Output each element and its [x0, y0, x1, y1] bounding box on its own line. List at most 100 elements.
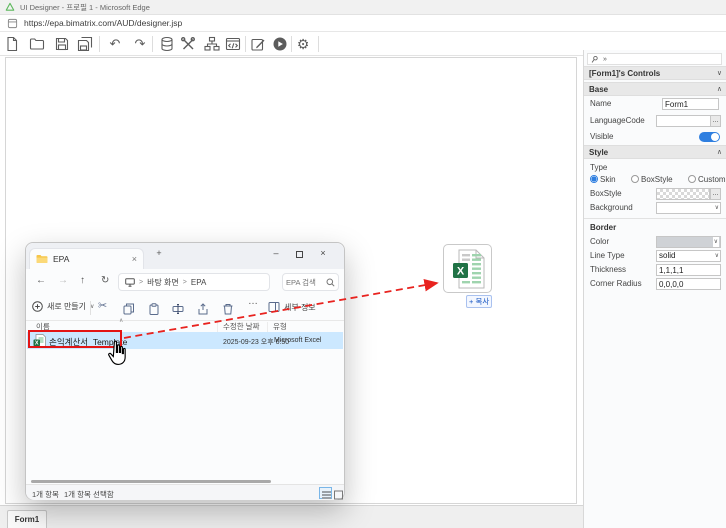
open-folder-icon[interactable] [29, 36, 45, 52]
tab-form1[interactable]: Form1 [7, 510, 47, 528]
url-text: https://epa.bimatrix.com/AUD/designer.js… [24, 18, 182, 28]
name-field[interactable] [662, 98, 719, 110]
rename-icon[interactable] [172, 302, 184, 320]
close-icon[interactable]: × [316, 248, 330, 258]
radio-custom[interactable]: Custom [688, 175, 726, 184]
tools-icon[interactable] [180, 36, 196, 52]
url-bar[interactable]: https://epa.bimatrix.com/AUD/designer.js… [0, 15, 726, 32]
languagecode-row: LanguageCode ... [584, 114, 726, 128]
save-all-icon[interactable] [77, 36, 93, 52]
maximize-icon[interactable] [292, 251, 306, 258]
more-icon[interactable]: … [248, 296, 258, 307]
explorer-status-bar: 1개 항목 1개 항목 선택함 [26, 484, 344, 500]
search-input[interactable] [286, 278, 326, 287]
section-border: Border [584, 218, 726, 232]
edit-icon[interactable] [250, 36, 266, 52]
sort-asc-icon: ∧ [119, 317, 123, 324]
browser-titlebar: UI Designer - 프로필 1 - Microsoft Edge [0, 0, 726, 15]
forward-icon[interactable]: → [58, 275, 68, 286]
share-icon[interactable] [197, 302, 209, 320]
new-file-icon[interactable] [4, 36, 20, 52]
file-explorer-window[interactable]: EPA × + – × ← → ↑ ↻ > 바탕 화면 > EPA [25, 242, 345, 500]
chevron-up-icon[interactable]: ∧ [717, 83, 722, 96]
languagecode-browse-button[interactable]: ... [710, 115, 721, 127]
explorer-address-bar: ← → ↑ ↻ > 바탕 화면 > EPA [26, 269, 344, 295]
paste-icon[interactable] [148, 302, 160, 320]
delete-icon[interactable] [222, 302, 234, 320]
explorer-tab-epa[interactable]: EPA × [29, 248, 144, 269]
new-item-button[interactable]: 새로 만들기 ∨ [32, 301, 94, 312]
toolbar-separator [152, 36, 153, 52]
large-icons-view-icon[interactable] [333, 487, 346, 499]
toolbar-separator [291, 36, 292, 52]
thickness-row: Thickness [584, 263, 726, 277]
desktop-icon [125, 278, 135, 287]
column-type[interactable]: 유형 [273, 321, 287, 332]
window-title: UI Designer - 프로필 1 - Microsoft Edge [20, 2, 150, 13]
cut-icon[interactable]: ✂ [98, 299, 107, 312]
svg-text:X: X [456, 265, 464, 277]
minimize-icon[interactable]: – [269, 248, 283, 258]
undo-icon[interactable]: ↶ [107, 36, 123, 52]
settings-icon[interactable]: ⚙ [295, 36, 311, 52]
background-dropdown[interactable]: ∨ [656, 202, 721, 214]
corner-radius-field[interactable] [656, 278, 721, 290]
languagecode-field[interactable] [656, 115, 711, 127]
chevron-down-icon[interactable]: ∨ [717, 67, 722, 80]
form-tab-bar: Form1 [0, 505, 583, 528]
boxstyle-swatch[interactable] [656, 188, 710, 200]
column-divider[interactable] [217, 322, 218, 332]
details-pane-button[interactable]: 세부 정보 [268, 301, 316, 313]
selection-count: 1개 항목 선택함 [64, 489, 114, 500]
thickness-field[interactable] [656, 264, 721, 276]
visible-row: Visible [584, 130, 726, 144]
file-type: Microsoft Excel [274, 337, 321, 344]
column-date[interactable]: 수정한 날짜 [223, 321, 260, 332]
type-radio-row: Skin BoxStyle Custom [584, 173, 726, 187]
chevron-down-icon: ∨ [715, 251, 719, 261]
command-separator [90, 301, 91, 315]
sitemap-icon[interactable] [204, 36, 220, 52]
breadcrumb-desktop[interactable]: 바탕 화면 [147, 277, 179, 288]
copy-drop-badge: + 복사 [466, 295, 492, 308]
line-type-row: Line Type solid∨ [584, 249, 726, 263]
controls-header[interactable]: [Form1]'s Controls ∨ [584, 66, 726, 80]
breadcrumb[interactable]: > 바탕 화면 > EPA [118, 273, 270, 291]
column-divider[interactable] [267, 322, 268, 332]
properties-panel: » [Form1]'s Controls ∨ Base ∧ Name Langu… [583, 50, 726, 528]
code-window-icon[interactable] [225, 36, 241, 52]
dragged-excel-file[interactable]: X [443, 244, 492, 293]
section-base[interactable]: Base ∧ [584, 82, 726, 96]
explorer-search[interactable] [282, 273, 339, 291]
app-window: UI Designer - 프로필 1 - Microsoft Edge htt… [0, 0, 726, 528]
border-color-dropdown[interactable]: ∨ [656, 236, 721, 248]
database-icon[interactable] [159, 36, 175, 52]
redo-icon[interactable]: ↷ [132, 36, 148, 52]
folder-icon [36, 254, 48, 264]
section-style[interactable]: Style ∧ [584, 145, 726, 159]
copy-icon[interactable] [123, 302, 135, 320]
radio-skin[interactable]: Skin [590, 175, 616, 184]
excel-file-icon: X [451, 249, 485, 289]
line-type-dropdown[interactable]: solid∨ [656, 250, 721, 262]
up-icon[interactable]: ↑ [80, 275, 85, 286]
run-icon[interactable] [272, 36, 288, 52]
back-icon[interactable]: ← [36, 275, 46, 286]
radio-boxstyle[interactable]: BoxStyle [631, 175, 673, 184]
breadcrumb-epa[interactable]: EPA [191, 278, 206, 287]
new-tab-icon[interactable]: + [152, 248, 166, 258]
details-view-icon[interactable] [319, 487, 332, 499]
refresh-icon[interactable]: ↻ [101, 275, 109, 286]
visible-toggle[interactable] [699, 132, 720, 142]
toolbar-separator [99, 36, 100, 52]
collapse-panel-icon[interactable]: » [603, 56, 607, 63]
chevron-down-icon: ∨ [713, 237, 719, 247]
save-icon[interactable] [54, 36, 70, 52]
name-row: Name [584, 97, 726, 111]
close-tab-icon[interactable]: × [132, 254, 137, 264]
boxstyle-browse-button[interactable]: ... [710, 188, 721, 200]
hand-cursor [106, 340, 130, 367]
chevron-up-icon[interactable]: ∧ [717, 146, 722, 159]
pin-icon[interactable] [591, 55, 599, 64]
horizontal-scrollbar[interactable] [31, 480, 271, 483]
